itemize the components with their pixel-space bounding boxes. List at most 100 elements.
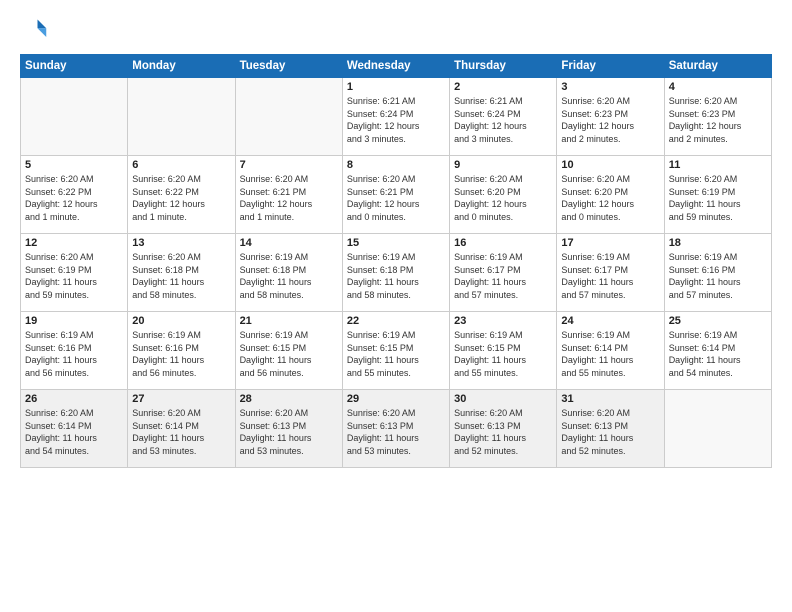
day-info: Sunrise: 6:20 AM Sunset: 6:13 PM Dayligh… (561, 407, 659, 457)
calendar-cell: 7 Sunrise: 6:20 AM Sunset: 6:21 PM Daylig… (235, 156, 342, 234)
day-number: 7 (240, 159, 338, 171)
day-info: Sunrise: 6:19 AM Sunset: 6:15 PM Dayligh… (347, 329, 445, 379)
calendar-cell: 1 Sunrise: 6:21 AM Sunset: 6:24 PM Daylig… (342, 78, 449, 156)
calendar-cell: 12 Sunrise: 6:20 AM Sunset: 6:19 PM Dayli… (21, 234, 128, 312)
day-number: 23 (454, 315, 552, 327)
calendar-cell: 19Sunrise: 6:19 AM Sunset: 6:16 PM Dayli… (21, 312, 128, 390)
page: SundayMondayTuesdayWednesdayThursdayFrid… (0, 0, 792, 612)
day-number: 15 (347, 237, 445, 249)
calendar-cell: 18Sunrise: 6:19 AM Sunset: 6:16 PM Dayli… (664, 234, 771, 312)
calendar-cell (664, 390, 771, 468)
day-number: 19 (25, 315, 123, 327)
calendar-week-row: 19 Sunrise: 6:19 AM Sunset: 6:16 PM Dayli… (21, 312, 772, 390)
calendar-cell: 21 Sunrise: 6:19 AM Sunset: 6:15 PM Dayli… (235, 312, 342, 390)
day-info: Sunrise: 6:19 AM Sunset: 6:15 PM Dayligh… (454, 329, 552, 379)
day-info: Sunrise: 6:21 AM Sunset: 6:24 PM Dayligh… (454, 95, 552, 145)
calendar-cell: 17 Sunrise: 6:19 AM Sunset: 6:17 PM Dayli… (557, 234, 664, 312)
day-info: Sunrise: 6:20 AM Sunset: 6:19 PM Dayligh… (25, 251, 123, 301)
calendar-week-row: 1 Sunrise: 6:21 AM Sunset: 6:24 PM Daylig… (21, 78, 772, 156)
day-info: Sunrise: 6:19 AM Sunset: 6:17 PM Dayligh… (561, 251, 659, 301)
calendar-cell: 16 Sunrise: 6:19 AM Sunset: 6:17 PM Dayli… (450, 234, 557, 312)
calendar-week-row: 26 Sunrise: 6:20 AM Sunset: 6:14 PM Dayli… (21, 390, 772, 468)
day-number: 27 (132, 393, 230, 405)
calendar-cell: 9 Sunrise: 6:20 AM Sunset: 6:20 PM Daylig… (450, 156, 557, 234)
calendar-cell: 24 Sunrise: 6:19 AM Sunset: 6:14 PM Dayli… (557, 312, 664, 390)
weekday-header: Wednesday (342, 55, 449, 78)
day-info: Sunrise: 6:20 AM Sunset: 6:13 PM Dayligh… (454, 407, 552, 457)
day-info: Sunrise: 6:20 AM Sunset: 6:13 PM Dayligh… (347, 407, 445, 457)
day-info: Sunrise: 6:19 AM Sunset: 6:17 PM Dayligh… (454, 251, 552, 301)
weekday-header: Monday (128, 55, 235, 78)
calendar-body: 1 Sunrise: 6:21 AM Sunset: 6:24 PM Daylig… (21, 78, 772, 468)
calendar-cell: 31 Sunrise: 6:20 AM Sunset: 6:13 PM Dayli… (557, 390, 664, 468)
day-info: Sunrise: 6:19 AM Sunset: 6:18 PM Dayligh… (347, 251, 445, 301)
calendar-cell (235, 78, 342, 156)
day-number: 6 (132, 159, 230, 171)
day-info: Sunrise: 6:20 AM Sunset: 6:22 PM Dayligh… (25, 173, 123, 223)
day-number: 16 (454, 237, 552, 249)
day-number: 3 (561, 81, 659, 93)
day-number: 26 (25, 393, 123, 405)
weekday-header: Sunday (21, 55, 128, 78)
calendar-cell: 30 Sunrise: 6:20 AM Sunset: 6:13 PM Dayli… (450, 390, 557, 468)
day-number: 4 (669, 81, 767, 93)
day-info: Sunrise: 6:20 AM Sunset: 6:20 PM Dayligh… (454, 173, 552, 223)
calendar-cell: 3 Sunrise: 6:20 AM Sunset: 6:23 PM Daylig… (557, 78, 664, 156)
calendar-cell: 27 Sunrise: 6:20 AM Sunset: 6:14 PM Dayli… (128, 390, 235, 468)
day-number: 20 (132, 315, 230, 327)
day-number: 24 (561, 315, 659, 327)
day-number: 25 (669, 315, 767, 327)
day-info: Sunrise: 6:20 AM Sunset: 6:14 PM Dayligh… (25, 407, 123, 457)
day-info: Sunrise: 6:20 AM Sunset: 6:23 PM Dayligh… (561, 95, 659, 145)
day-number: 13 (132, 237, 230, 249)
calendar-week-row: 5 Sunrise: 6:20 AM Sunset: 6:22 PM Daylig… (21, 156, 772, 234)
calendar-cell: 13 Sunrise: 6:20 AM Sunset: 6:18 PM Dayli… (128, 234, 235, 312)
weekday-header: Thursday (450, 55, 557, 78)
day-info: Sunrise: 6:20 AM Sunset: 6:14 PM Dayligh… (132, 407, 230, 457)
calendar-cell: 23 Sunrise: 6:19 AM Sunset: 6:15 PM Dayli… (450, 312, 557, 390)
day-info: Sunrise: 6:19 AM Sunset: 6:14 PM Dayligh… (561, 329, 659, 379)
calendar-cell: 14Sunrise: 6:19 AM Sunset: 6:18 PM Dayli… (235, 234, 342, 312)
calendar-cell: 2 Sunrise: 6:21 AM Sunset: 6:24 PM Daylig… (450, 78, 557, 156)
day-info: Sunrise: 6:19 AM Sunset: 6:15 PM Dayligh… (240, 329, 338, 379)
day-number: 18 (669, 237, 767, 249)
weekday-header: Tuesday (235, 55, 342, 78)
day-number: 14 (240, 237, 338, 249)
day-number: 11 (669, 159, 767, 171)
day-number: 17 (561, 237, 659, 249)
day-number: 31 (561, 393, 659, 405)
weekday-row: SundayMondayTuesdayWednesdayThursdayFrid… (21, 55, 772, 78)
day-number: 12 (25, 237, 123, 249)
logo (20, 16, 52, 44)
weekday-header: Saturday (664, 55, 771, 78)
calendar-cell: 4Sunrise: 6:20 AM Sunset: 6:23 PM Daylig… (664, 78, 771, 156)
day-info: Sunrise: 6:20 AM Sunset: 6:13 PM Dayligh… (240, 407, 338, 457)
calendar-cell (21, 78, 128, 156)
day-info: Sunrise: 6:20 AM Sunset: 6:21 PM Dayligh… (240, 173, 338, 223)
day-info: Sunrise: 6:20 AM Sunset: 6:22 PM Dayligh… (132, 173, 230, 223)
calendar-cell (128, 78, 235, 156)
day-info: Sunrise: 6:19 AM Sunset: 6:16 PM Dayligh… (132, 329, 230, 379)
calendar-cell: 22Sunrise: 6:19 AM Sunset: 6:15 PM Dayli… (342, 312, 449, 390)
day-info: Sunrise: 6:20 AM Sunset: 6:21 PM Dayligh… (347, 173, 445, 223)
day-number: 9 (454, 159, 552, 171)
calendar-cell: 5 Sunrise: 6:20 AM Sunset: 6:22 PM Daylig… (21, 156, 128, 234)
calendar-cell: 25 Sunrise: 6:19 AM Sunset: 6:14 PM Dayli… (664, 312, 771, 390)
calendar-cell: 10Sunrise: 6:20 AM Sunset: 6:20 PM Dayli… (557, 156, 664, 234)
day-number: 2 (454, 81, 552, 93)
day-info: Sunrise: 6:21 AM Sunset: 6:24 PM Dayligh… (347, 95, 445, 145)
calendar-cell: 15 Sunrise: 6:19 AM Sunset: 6:18 PM Dayli… (342, 234, 449, 312)
day-number: 30 (454, 393, 552, 405)
day-number: 8 (347, 159, 445, 171)
calendar-cell: 20 Sunrise: 6:19 AM Sunset: 6:16 PM Dayli… (128, 312, 235, 390)
calendar-header: SundayMondayTuesdayWednesdayThursdayFrid… (21, 55, 772, 78)
day-info: Sunrise: 6:20 AM Sunset: 6:18 PM Dayligh… (132, 251, 230, 301)
day-info: Sunrise: 6:20 AM Sunset: 6:19 PM Dayligh… (669, 173, 767, 223)
day-number: 1 (347, 81, 445, 93)
day-number: 5 (25, 159, 123, 171)
calendar-cell: 6 Sunrise: 6:20 AM Sunset: 6:22 PM Daylig… (128, 156, 235, 234)
calendar-cell: 29 Sunrise: 6:20 AM Sunset: 6:13 PM Dayli… (342, 390, 449, 468)
day-info: Sunrise: 6:19 AM Sunset: 6:14 PM Dayligh… (669, 329, 767, 379)
day-number: 29 (347, 393, 445, 405)
day-number: 21 (240, 315, 338, 327)
